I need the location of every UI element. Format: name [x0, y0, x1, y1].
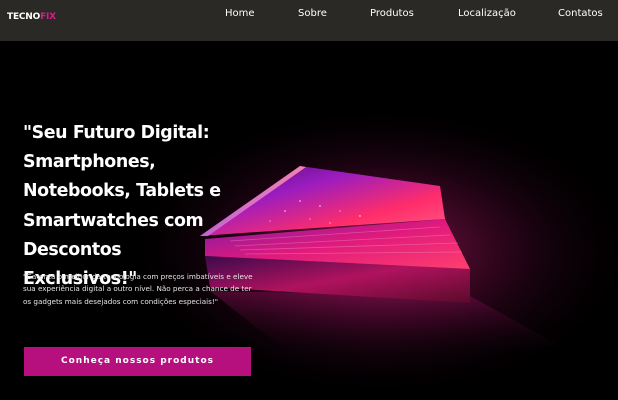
- nav-produtos-link[interactable]: Produtos: [370, 7, 414, 21]
- hero-subtext: "Garanta o melhor da tecnologia com preç…: [23, 272, 253, 306]
- nav-localizacao-link[interactable]: Localização: [458, 7, 516, 21]
- top-navbar: TECNOFIX Home Sobre Produtos Localização…: [0, 0, 618, 41]
- nav-contatos-link[interactable]: Contatos: [558, 7, 603, 21]
- view-products-button[interactable]: Conheça nossos produtos: [24, 347, 251, 376]
- nav-sobre-link[interactable]: Sobre: [298, 7, 327, 21]
- nav-home-link[interactable]: Home: [225, 7, 255, 21]
- hero-headline: "Seu Futuro Digital: Smartphones, Notebo…: [23, 123, 221, 290]
- main-nav: Home Sobre Produtos Localização Contatos: [0, 7, 618, 21]
- hero-section: "Seu Futuro Digital: Smartphones, Notebo…: [0, 41, 618, 400]
